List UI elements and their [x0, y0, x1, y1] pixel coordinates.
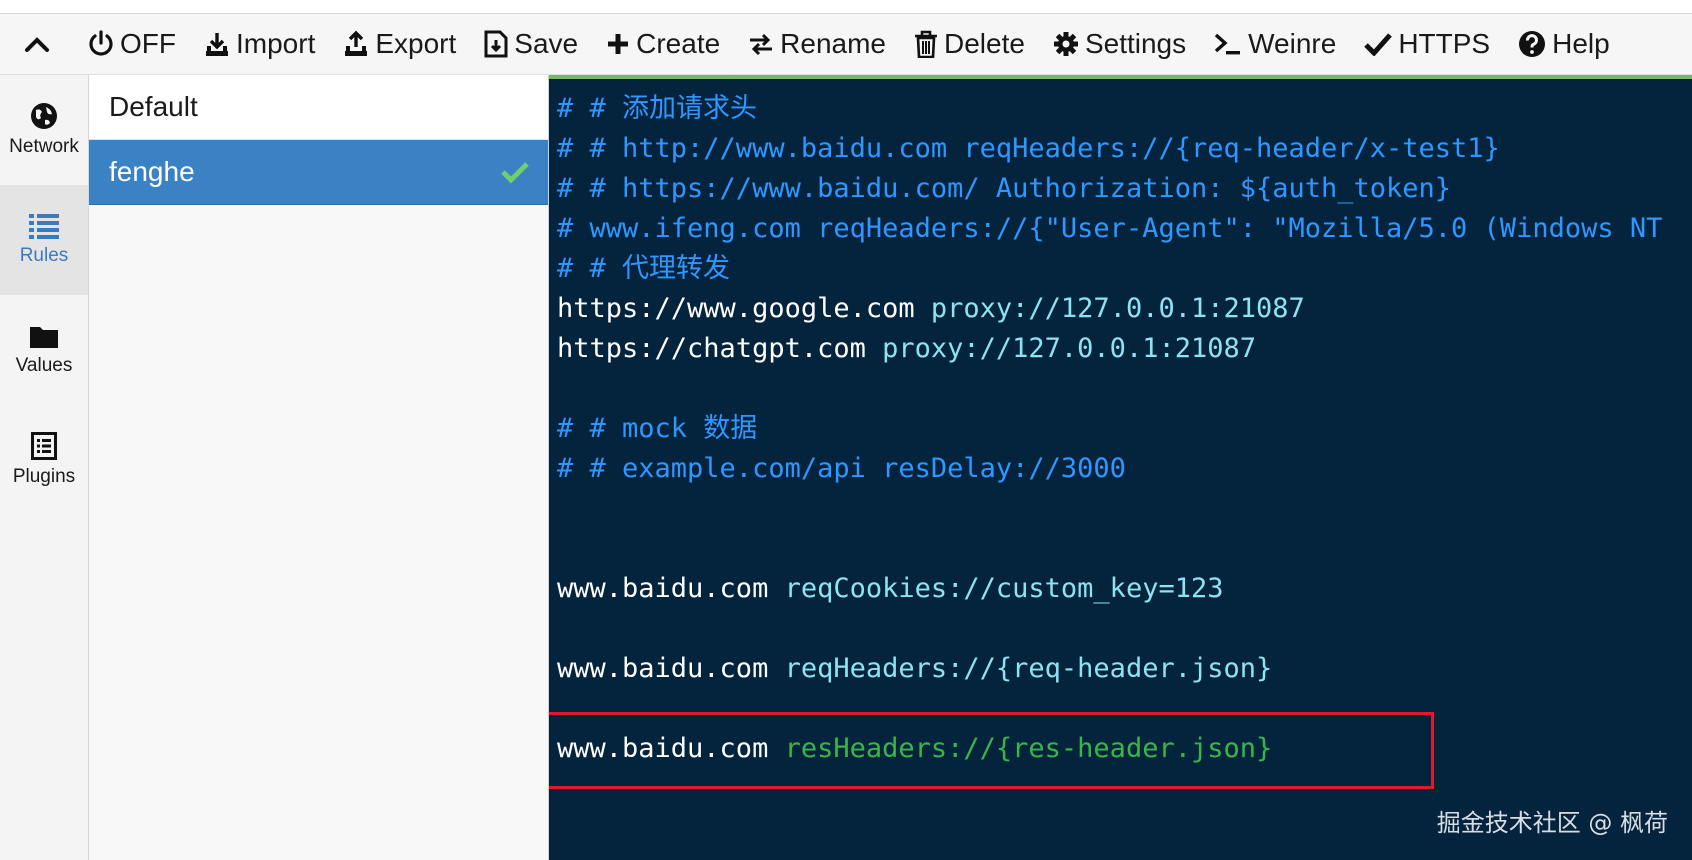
- export-button[interactable]: Export: [329, 14, 470, 74]
- code-line[interactable]: https://www.google.com proxy://127.0.0.1…: [557, 289, 1662, 329]
- chevron-up-icon: [25, 37, 49, 52]
- import-button[interactable]: Import: [190, 14, 329, 74]
- collapse-button[interactable]: [0, 14, 74, 74]
- code-token-host: https://chatgpt.com: [557, 333, 883, 364]
- terminal-icon: [1214, 33, 1241, 55]
- code-line[interactable]: # # 代理转发: [557, 249, 1662, 289]
- rule-item-default[interactable]: Default: [89, 75, 548, 140]
- save-label: Save: [514, 28, 579, 59]
- list-icon: [29, 214, 59, 239]
- rules-editor[interactable]: # # 添加请求头 # # http://www.baidu.com reqHea…: [549, 75, 1692, 860]
- code-line[interactable]: [557, 369, 1662, 409]
- code-line[interactable]: [557, 609, 1662, 649]
- code-token-comment: # # example.com/api resDelay://3000: [557, 453, 1126, 484]
- import-label: Import: [236, 28, 316, 59]
- code-token-proto: proxy://127.0.0.1:21087: [882, 333, 1256, 364]
- code-line[interactable]: www.baidu.com reqCookies://custom_key=12…: [557, 569, 1662, 609]
- weinre-label: Weinre: [1248, 28, 1337, 59]
- help-icon: [1519, 31, 1546, 57]
- nav-label-rules: Rules: [19, 245, 69, 266]
- weinre-button[interactable]: Weinre: [1200, 14, 1350, 74]
- help-label: Help: [1552, 28, 1610, 59]
- code-token-comment: # # http://www.baidu.com reqHeaders://{r…: [557, 133, 1500, 164]
- code-line[interactable]: [557, 489, 1662, 529]
- code-token-host: www.baidu.com: [557, 573, 785, 604]
- toolbar: OFF Import Export Save Create Rename Del…: [0, 14, 1692, 75]
- nav-item-rules[interactable]: Rules: [0, 185, 88, 295]
- rule-item-fenghe[interactable]: fenghe: [89, 140, 548, 205]
- code-content[interactable]: # # 添加请求头 # # http://www.baidu.com reqHea…: [557, 89, 1662, 769]
- window-top-strip: [0, 0, 1692, 14]
- code-token-comment: # # https://www.baidu.com/ Authorization…: [557, 173, 1452, 204]
- left-nav: Network Rules Values Plugins: [0, 75, 89, 860]
- export-icon: [345, 30, 368, 56]
- rename-label: Rename: [780, 28, 887, 59]
- nav-label-plugins: Plugins: [12, 466, 76, 487]
- globe-icon: [31, 103, 57, 129]
- rules-list: Default fenghe: [89, 75, 549, 860]
- https-label: HTTPS: [1398, 28, 1491, 59]
- code-line[interactable]: www.baidu.com reqHeaders://{req-header.j…: [557, 649, 1662, 689]
- code-line[interactable]: # # 添加请求头: [557, 89, 1662, 129]
- nav-label-network: Network: [9, 136, 79, 157]
- settings-label: Settings: [1084, 28, 1187, 59]
- plugin-icon: [31, 432, 57, 460]
- off-label: OFF: [120, 28, 176, 59]
- code-token-proto: proxy://127.0.0.1:21087: [930, 293, 1305, 324]
- code-token-host: https://www.google.com: [557, 293, 931, 324]
- code-line[interactable]: # # https://www.baidu.com/ Authorization…: [557, 169, 1662, 209]
- delete-button[interactable]: Delete: [900, 14, 1039, 74]
- settings-button[interactable]: Settings: [1039, 14, 1200, 74]
- rule-name: fenghe: [109, 156, 195, 187]
- code-line[interactable]: [557, 529, 1662, 569]
- https-button[interactable]: HTTPS: [1350, 14, 1504, 74]
- delete-label: Delete: [944, 28, 1025, 59]
- trash-icon: [915, 30, 938, 58]
- check-icon: [1364, 33, 1393, 56]
- code-token-comment: # www.ifeng.com reqHeaders://{"User-Agen…: [557, 213, 1663, 244]
- code-line[interactable]: # www.ifeng.com reqHeaders://{"User-Agen…: [557, 209, 1662, 249]
- swap-icon: [750, 33, 773, 56]
- power-icon: [89, 30, 113, 56]
- code-line[interactable]: # # http://www.baidu.com reqHeaders://{r…: [557, 129, 1662, 169]
- create-button[interactable]: Create: [592, 14, 734, 74]
- rule-name: Default: [109, 91, 198, 122]
- highlight-box: [549, 712, 1434, 789]
- watermark: 掘金技术社区 @ 枫荷: [1436, 809, 1668, 837]
- rename-button[interactable]: Rename: [734, 14, 900, 74]
- folder-icon: [30, 327, 58, 348]
- nav-label-values: Values: [15, 355, 73, 376]
- create-label: Create: [636, 28, 721, 59]
- import-icon: [206, 33, 228, 56]
- code-token-comment: # # mock 数据: [557, 413, 758, 444]
- code-token-proto: reqCookies://custom_key=123: [784, 573, 1224, 604]
- code-token-host: www.baidu.com: [557, 653, 785, 684]
- gear-icon: [1053, 32, 1078, 56]
- off-button[interactable]: OFF: [74, 14, 190, 74]
- help-button[interactable]: Help: [1504, 14, 1624, 74]
- check-icon: [501, 162, 529, 184]
- code-token-comment: # # 添加请求头: [557, 93, 758, 124]
- save-icon: [484, 30, 508, 58]
- code-line[interactable]: # # example.com/api resDelay://3000: [557, 449, 1662, 489]
- code-token-comment: # # 代理转发: [557, 253, 731, 284]
- plus-icon: [608, 34, 629, 54]
- code-token-proto: reqHeaders://{req-header.json}: [784, 653, 1273, 684]
- nav-item-values[interactable]: Values: [0, 295, 88, 405]
- nav-item-plugins[interactable]: Plugins: [0, 405, 88, 515]
- code-line[interactable]: # # mock 数据: [557, 409, 1662, 449]
- code-line[interactable]: https://chatgpt.com proxy://127.0.0.1:21…: [557, 329, 1662, 369]
- save-button[interactable]: Save: [470, 14, 592, 74]
- export-label: Export: [375, 28, 457, 59]
- nav-item-network[interactable]: Network: [0, 75, 88, 185]
